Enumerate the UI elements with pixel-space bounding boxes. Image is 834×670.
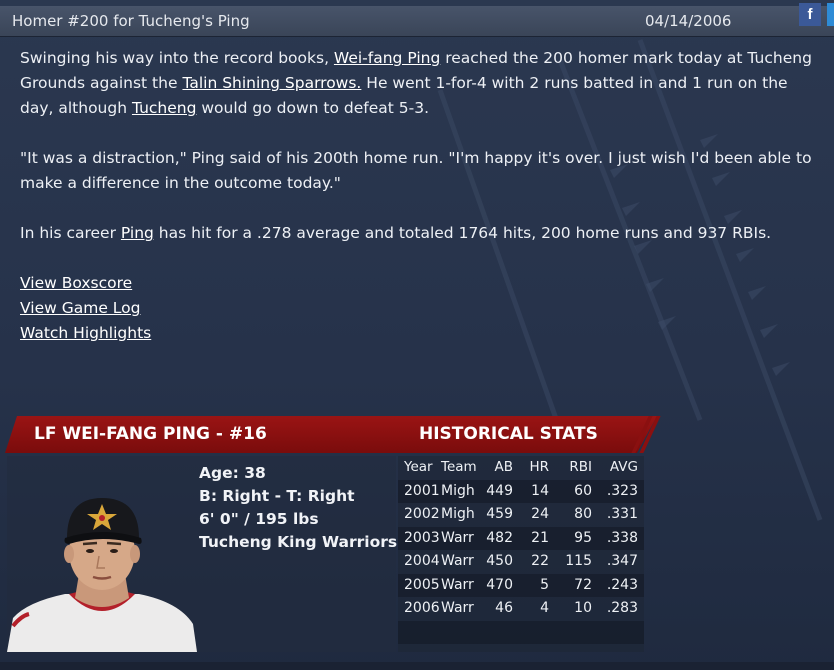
column-header-avg: AVG	[609, 459, 638, 475]
table-row: 2005 Warr 470 5 72 .243	[398, 573, 644, 597]
player-team: Tucheng King Warriors	[199, 533, 398, 551]
cell-rbi: 10	[574, 600, 592, 616]
cell-rbi: 80	[574, 506, 592, 522]
player-age: Age: 38	[199, 464, 266, 482]
article-paragraph-2: "It was a distraction," Ping said of his…	[20, 149, 812, 192]
column-header-hr: HR	[529, 459, 549, 475]
player-link[interactable]: Ping	[121, 224, 154, 242]
cell-avg: .347	[606, 553, 638, 569]
cell-rbi: 60	[574, 482, 592, 499]
player-name-banner: LF WEI-FANG PING - #16	[34, 424, 267, 444]
footer-bar	[0, 662, 834, 670]
cell-year: 2003	[404, 529, 440, 546]
player-height-weight: 6' 0" / 195 lbs	[199, 510, 319, 528]
player-bio: Age: 38 B: Right - T: Right 6' 0" / 195 …	[199, 462, 397, 554]
text-segment: In his career	[20, 224, 121, 242]
cell-hr: 22	[531, 553, 549, 569]
cell-year: 2004	[404, 553, 440, 569]
column-header-team: Team	[441, 459, 477, 475]
cell-avg: .331	[606, 506, 638, 522]
cell-team: Migh	[441, 482, 475, 499]
table-header-row: Year Team AB HR RBI AVG	[398, 456, 644, 480]
cell-team: Warr	[441, 600, 474, 616]
cell-team: Migh	[441, 506, 475, 522]
cell-ab: 449	[486, 482, 513, 499]
column-header-year: Year	[404, 459, 433, 475]
historical-stats-title: HISTORICAL STATS	[419, 424, 598, 444]
cell-year: 2002	[404, 506, 440, 522]
article-title: Homer #200 for Tucheng's Ping	[12, 12, 250, 30]
cell-avg: .243	[606, 576, 638, 593]
table-empty-row	[398, 620, 644, 644]
cell-team: Warr	[441, 576, 474, 593]
cell-year: 2001	[404, 482, 440, 499]
cell-ab: 450	[486, 553, 513, 569]
cell-rbi: 115	[565, 553, 592, 569]
action-links: View Boxscore View Game Log Watch Highli…	[20, 271, 151, 346]
view-game-log-link[interactable]: View Game Log	[20, 296, 151, 321]
opponent-team-link[interactable]: Talin Shining Sparrows.	[182, 74, 361, 92]
article-header-bar: Homer #200 for Tucheng's Ping 04/14/2006	[0, 6, 834, 37]
scrollbar-tab[interactable]	[827, 3, 834, 26]
article-paragraph-3: In his career Ping has hit for a .278 av…	[20, 221, 825, 246]
player-portrait-icon	[7, 498, 197, 652]
facebook-icon[interactable]: f	[799, 3, 821, 26]
cell-avg: .283	[606, 600, 638, 616]
text-segment: has hit for a .278 average and totaled 1…	[153, 224, 772, 242]
cell-ab: 459	[486, 506, 513, 522]
table-row: 2001 Migh 449 14 60 .323	[398, 479, 644, 503]
table-row: 2006 Warr 46 4 10 .283	[398, 597, 644, 621]
table-row: 2004 Warr 450 22 115 .347	[398, 550, 644, 574]
text-segment: Swinging his way into the record books,	[20, 49, 334, 67]
article-body: Swinging his way into the record books, …	[20, 46, 825, 271]
cell-avg: .323	[606, 482, 638, 499]
watch-highlights-link[interactable]: Watch Highlights	[20, 321, 151, 346]
cell-team: Warr	[441, 529, 474, 546]
column-header-rbi: RBI	[569, 459, 592, 475]
cell-hr: 21	[531, 529, 549, 546]
table-row: 2002 Migh 459 24 80 .331	[398, 503, 644, 527]
cell-ab: 470	[486, 576, 513, 593]
cell-hr: 4	[540, 600, 549, 616]
cell-year: 2006	[404, 600, 440, 616]
player-bats-throws: B: Right - T: Right	[199, 487, 355, 505]
cell-year: 2005	[404, 576, 440, 593]
team-link[interactable]: Tucheng	[132, 99, 196, 117]
cell-hr: 14	[531, 482, 549, 499]
article-paragraph-1: Swinging his way into the record books, …	[20, 46, 825, 121]
text-segment: would go down to defeat 5-3.	[196, 99, 430, 117]
table-row: 2003 Warr 482 21 95 .338	[398, 526, 644, 550]
player-link[interactable]: Wei-fang Ping	[334, 49, 440, 67]
cell-team: Warr	[441, 553, 474, 569]
player-portrait	[7, 456, 197, 652]
cell-avg: .338	[606, 529, 638, 546]
cell-rbi: 95	[574, 529, 592, 546]
cell-rbi: 72	[574, 576, 592, 593]
historical-stats-table: Year Team AB HR RBI AVG 2001 Migh 449 14…	[398, 456, 644, 652]
cell-ab: 46	[495, 600, 513, 616]
cell-hr: 5	[540, 576, 549, 593]
view-boxscore-link[interactable]: View Boxscore	[20, 271, 151, 296]
article-date: 04/14/2006	[645, 12, 732, 30]
cell-hr: 24	[531, 506, 549, 522]
column-header-ab: AB	[494, 459, 514, 475]
cell-ab: 482	[486, 529, 513, 546]
